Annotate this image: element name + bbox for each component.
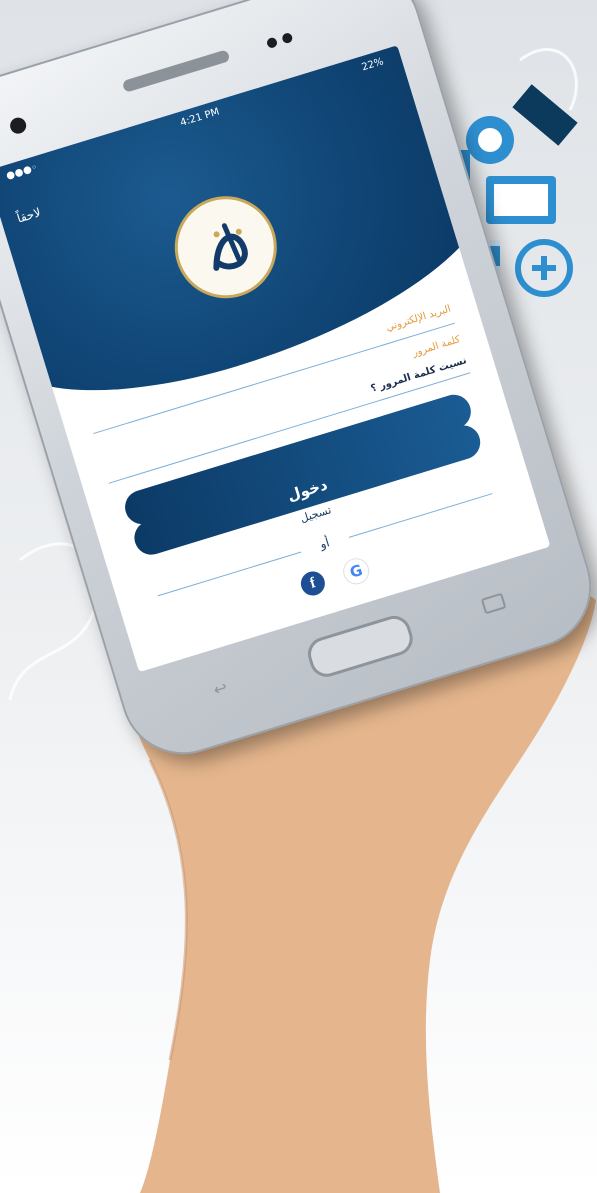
password-label: كلمة المرور: [411, 334, 462, 359]
sensor: [265, 36, 279, 50]
home-button[interactable]: [303, 611, 417, 681]
earpiece-speaker: [121, 49, 231, 93]
calligraphy-logo-icon: [213, 223, 248, 271]
sensor: [281, 31, 294, 45]
recent-apps-icon[interactable]: [480, 592, 507, 615]
google-icon[interactable]: G: [339, 555, 373, 588]
facebook-icon[interactable]: f: [297, 568, 328, 599]
back-key-icon[interactable]: ↩: [211, 678, 229, 700]
email-label: البريد الإلكتروني: [384, 303, 453, 334]
front-camera: [8, 115, 29, 136]
